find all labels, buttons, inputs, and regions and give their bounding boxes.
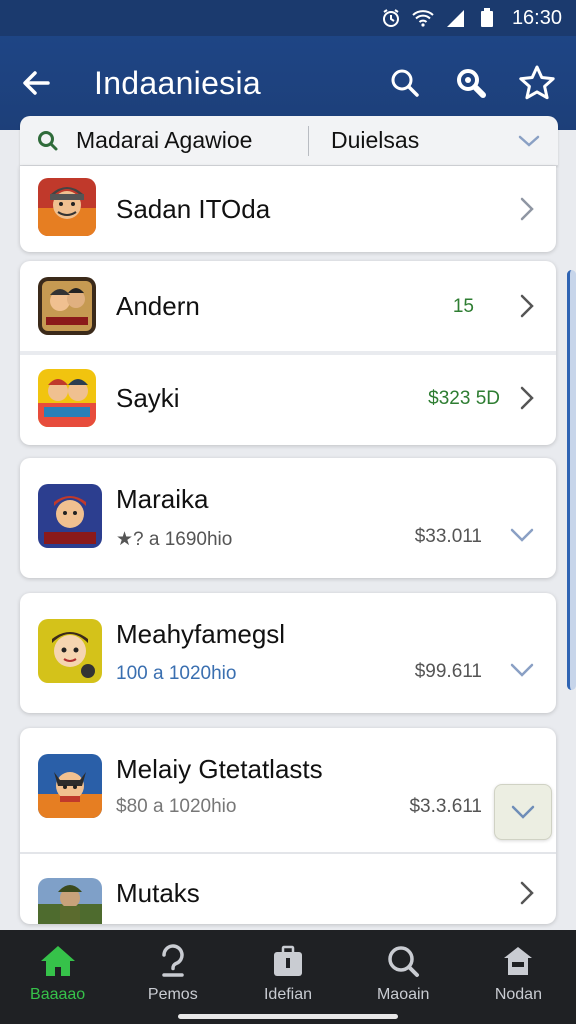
app-thumbnail [38,277,96,335]
item-meta: 100 a 1020hio [116,663,237,684]
item-title: Meahyfamegsl [116,619,286,649]
wifi-icon [412,7,434,29]
search-icon [388,946,420,977]
app-thumbnail [38,754,102,818]
nav-label: Idefian [263,986,313,1003]
nav-label: Maoain [376,986,430,1003]
filter-primary[interactable]: Madarai Agawioe [76,127,308,154]
list-card: Meahyfamegsl 100 a 1020hio $99.611 [20,593,556,713]
star-outline-icon [519,65,555,100]
list-card: Maraika ★? a 1690hio $33.011 [20,458,556,578]
item-title: Andern [116,291,200,321]
favorite-button[interactable] [504,50,570,116]
nav-item-maoain[interactable]: Maoain [346,930,461,1024]
item-value: $33.011 [414,526,482,547]
item-title: Melaiy Gtetatlasts [116,754,323,784]
item-title: Sayki [116,383,180,413]
filter-bar: Madarai Agawioe Duielsas [20,116,558,166]
item-value: 15 [452,296,474,317]
app-thumbnail [38,619,102,683]
scrollbar[interactable] [567,270,576,690]
list-card: Melaiy Gtetatlasts $80 a 1020hio $3.3.61… [20,728,556,924]
filter-dropdown-button[interactable] [500,133,558,149]
chevron-right-icon[interactable] [512,291,542,321]
item-value: $99.611 [414,661,482,682]
page-title: Indaaniesia [94,64,261,101]
list-item[interactable]: Melaiy Gtetatlasts $80 a 1020hio $3.3.61… [20,728,556,852]
chevron-right-icon[interactable] [512,383,542,413]
app-thumbnail [38,178,96,236]
signal-icon [444,7,466,29]
chevron-down-icon[interactable] [507,520,537,550]
home-icon [40,946,75,976]
nav-label: Nodan [494,986,542,1003]
app-thumbnail [38,878,102,924]
list-item[interactable]: Andern 15 [20,261,556,351]
status-bar: 16:30 [0,0,576,36]
list-card: Sadan ITOda [20,166,556,252]
chevron-right-icon[interactable] [512,194,542,224]
item-meta: $80 a 1020hio [116,796,237,817]
magnifier-filled-icon [457,69,486,98]
zoom-button[interactable] [438,50,504,116]
list-item[interactable]: Sayki $323 5D [20,355,556,445]
briefcase-icon [274,945,302,976]
item-value: $323 5D [428,388,500,409]
status-time: 16:30 [511,6,562,29]
item-meta: ★? a 1690hio [116,529,233,550]
search-icon [391,69,419,97]
alarm-icon [380,7,402,29]
list-item[interactable]: Maraika ★? a 1690hio $33.011 [20,458,556,578]
home-indicator[interactable] [178,1014,398,1019]
filter-secondary[interactable]: Duielsas [309,127,500,154]
chevron-down-icon [511,805,535,819]
app-thumbnail [38,484,102,548]
item-title: Maraika [116,484,209,514]
chevron-right-icon[interactable] [512,878,542,908]
app-thumbnail [38,369,96,427]
nav-item-nodan[interactable]: Nodan [461,930,576,1024]
chevron-down-icon [518,135,540,147]
nav-item-home[interactable]: Baaaao [0,930,115,1024]
nav-label: Pemos [147,986,198,1003]
nav-item-idefian[interactable]: Idefian [230,930,345,1024]
list-item[interactable]: Meahyfamegsl 100 a 1020hio $99.611 [20,593,556,713]
bottom-navigation: Baaaao Pemos Idefian Maoain Nodan [0,930,576,1024]
battery-icon [476,7,498,29]
list-item[interactable]: Sadan ITOda [20,166,556,252]
search-button[interactable] [372,50,438,116]
nav-label: Baaaao [30,986,86,1003]
filter-search-icon[interactable] [20,130,76,152]
question-icon [162,944,184,977]
list-card: Andern 15 Sayki $323 5D [20,261,556,445]
item-title: Sadan ITOda [116,194,271,224]
arrow-left-icon [23,71,50,95]
back-button[interactable] [0,47,72,119]
chevron-down-icon[interactable] [507,655,537,685]
item-value: $3.3.611 [409,796,482,817]
item-title: Mutaks [116,878,200,908]
store-icon [504,947,533,975]
expand-button[interactable] [494,784,552,840]
list-item[interactable]: Mutaks [20,854,556,924]
nav-item-pemos[interactable]: Pemos [115,930,230,1024]
